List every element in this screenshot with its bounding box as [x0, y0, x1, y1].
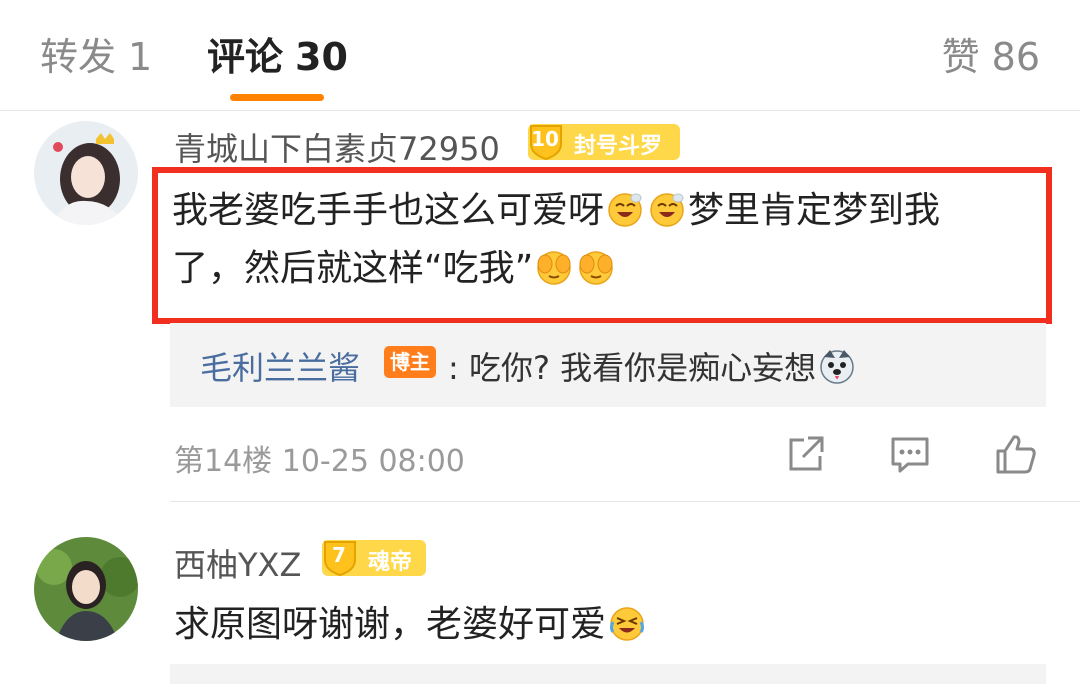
tab-bar: 转发 1 评论 30 赞 86	[0, 0, 1080, 111]
floor-number: 第14楼	[174, 444, 273, 479]
reply-author[interactable]: 毛利兰兰酱	[200, 343, 360, 389]
level-number: 10	[531, 127, 559, 151]
comment-text-part2: 梦里肯定梦到我	[688, 190, 941, 231]
avatar[interactable]	[34, 121, 138, 225]
comment-reply-icon[interactable]	[888, 432, 932, 476]
tab-comments[interactable]: 评论 30	[207, 26, 348, 81]
cover-face-emoji-icon	[535, 248, 573, 286]
comment-username[interactable]: 西柚YXZ	[174, 540, 301, 586]
comment-time: 10-25 08:00	[281, 444, 465, 479]
level-title: 魂帝	[368, 550, 413, 575]
cover-face-emoji-icon	[577, 248, 615, 286]
thumbs-up-icon[interactable]	[994, 432, 1038, 476]
reply-text-content: : 吃你? 我看你是痴心妄想	[448, 349, 817, 387]
comment-text-part3: 了，然后就这样“吃我”	[172, 248, 534, 289]
comment-text: 求原图呀谢谢，老婆好可爱	[174, 594, 648, 656]
comment-text-line2: 了，然后就这样“吃我”	[172, 238, 617, 300]
comment-username[interactable]: 青城山下白素贞72950	[174, 124, 500, 170]
tab-likes-count: 86	[991, 35, 1040, 79]
reply-preview[interactable]: 毛利兰兰酱 博主 : 吃你? 我看你是痴心妄想	[170, 323, 1046, 407]
user-level-badge: 10 封号斗罗	[528, 124, 680, 160]
reply-text: : 吃你? 我看你是痴心妄想	[448, 343, 858, 389]
avatar[interactable]	[34, 537, 138, 641]
tab-comments-label: 评论	[207, 35, 284, 79]
drool-emoji-icon	[648, 190, 686, 228]
level-number: 7	[332, 543, 346, 567]
share-icon[interactable]	[784, 432, 828, 476]
level-title: 封号斗罗	[574, 134, 663, 159]
tab-repost-count: 1	[128, 35, 153, 79]
divider	[170, 501, 1080, 502]
laugh-cry-emoji-icon	[608, 604, 646, 642]
tab-repost-label: 转发	[40, 35, 117, 79]
husky-emoji-icon	[818, 347, 856, 385]
comment-meta: 第14楼 10-25 08:00	[174, 436, 465, 480]
tab-repost[interactable]: 转发 1	[40, 26, 152, 81]
author-tag-badge: 博主	[384, 346, 436, 378]
comment-text-content: 求原图呀谢谢，老婆好可爱	[174, 604, 607, 645]
comment-text-line1: 我老婆吃手手也这么可爱呀 梦里肯定梦到我	[172, 180, 940, 242]
tab-comments-count: 30	[295, 35, 348, 79]
drool-emoji-icon	[606, 190, 644, 228]
reply-preview[interactable]	[170, 664, 1046, 684]
comment-text-part1: 我老婆吃手手也这么可爱呀	[172, 190, 605, 231]
active-tab-indicator	[230, 94, 324, 101]
tab-likes[interactable]: 赞 86	[942, 26, 1040, 81]
user-level-badge: 7 魂帝	[322, 540, 426, 576]
tab-likes-label: 赞	[941, 35, 980, 79]
